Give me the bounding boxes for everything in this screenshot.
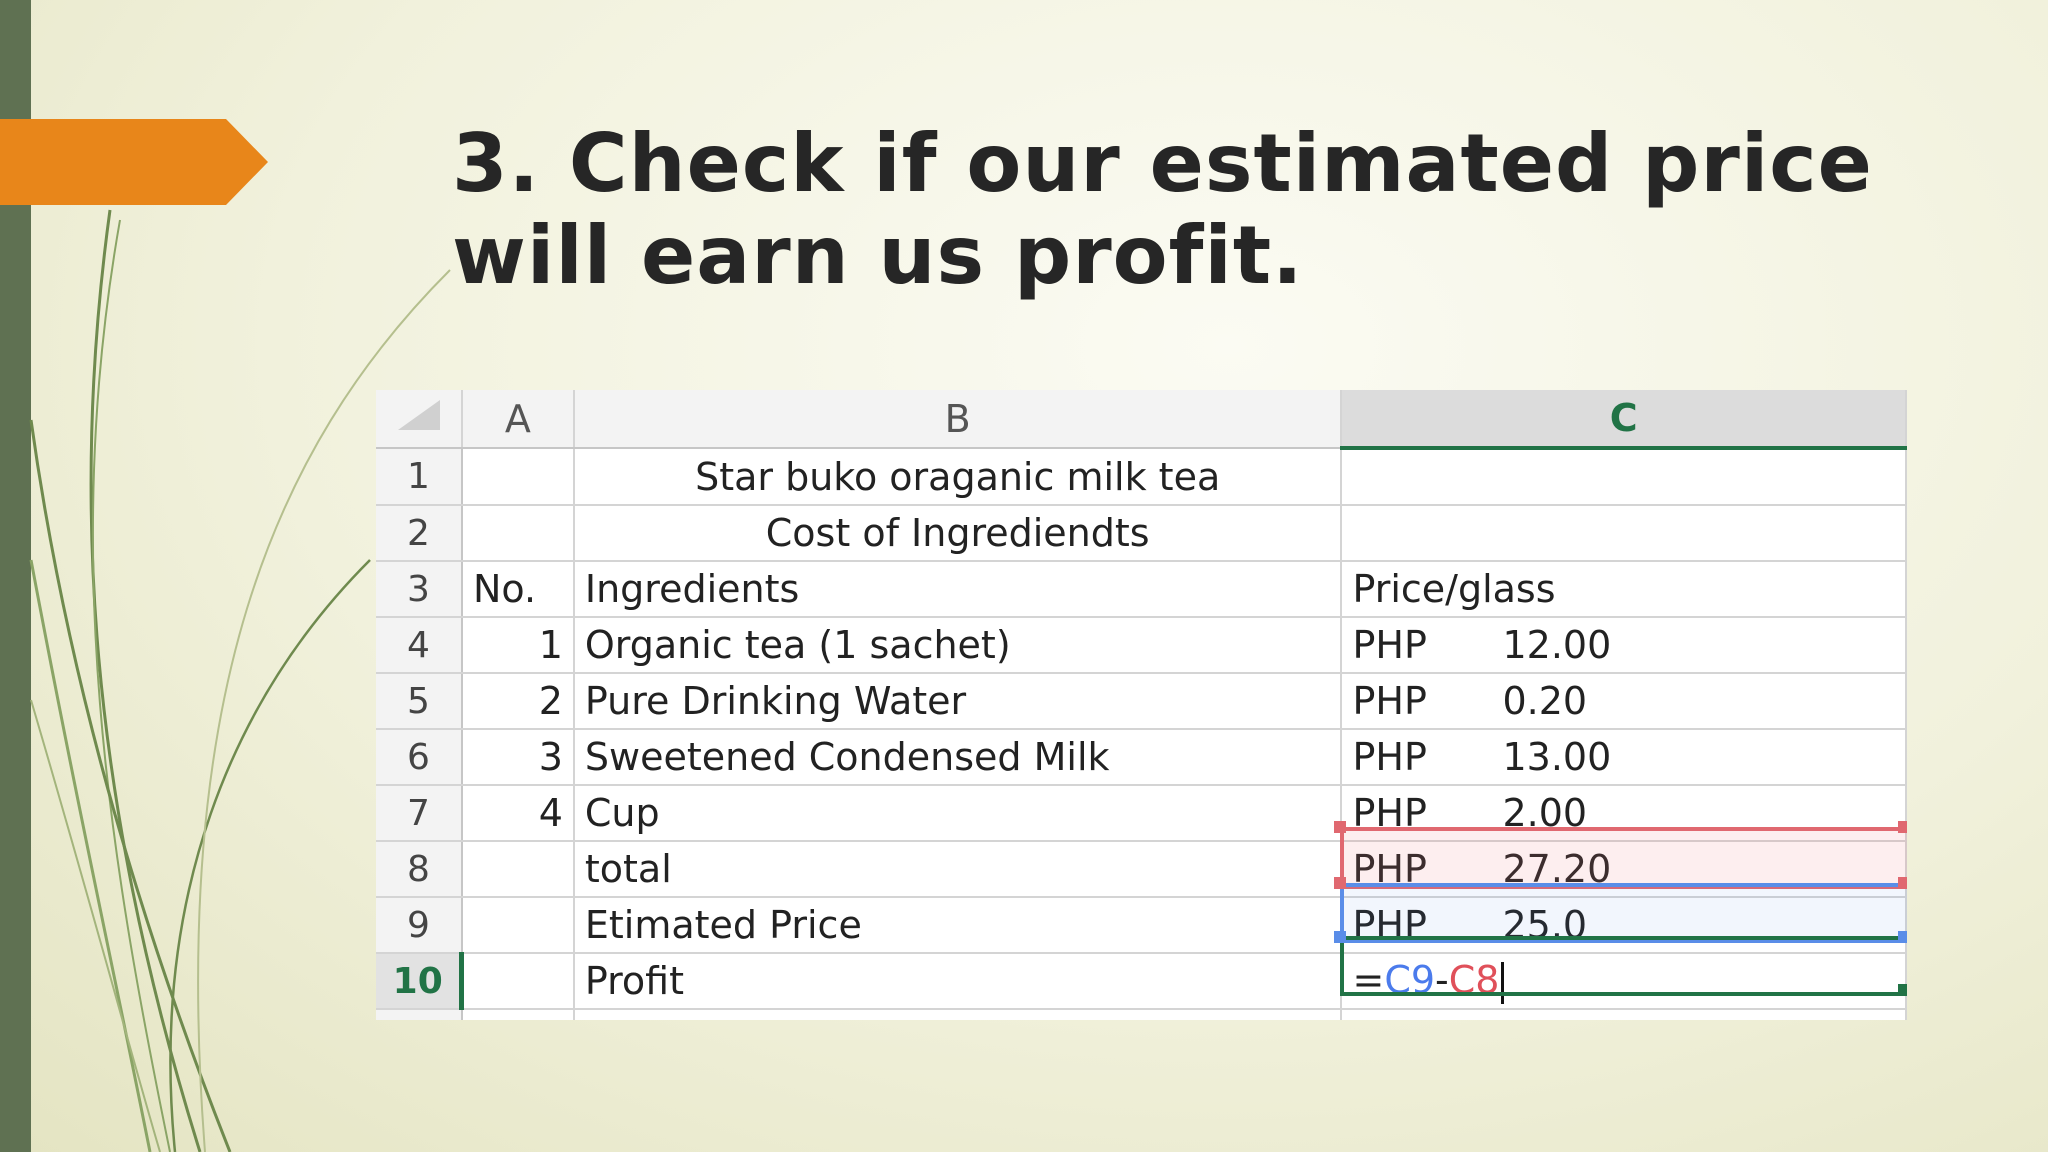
cell-a11[interactable] xyxy=(461,1009,575,1020)
row-header[interactable]: 2 xyxy=(376,505,463,562)
cell-c1[interactable] xyxy=(1341,448,1907,506)
cell-b8[interactable]: total xyxy=(573,841,1343,898)
active-cell-border xyxy=(1340,936,1907,996)
currency-label: Price/glass xyxy=(1352,567,1556,611)
table-row: 1 Star buko oraganic milk tea xyxy=(376,448,1907,506)
cell-a4[interactable]: 1 xyxy=(461,617,575,674)
row-header[interactable]: 11 xyxy=(376,1009,463,1020)
row-header[interactable]: 3 xyxy=(376,561,463,618)
cell-b2[interactable]: Cost of Ingrediendts xyxy=(573,505,1343,562)
selection-handle[interactable] xyxy=(1898,821,1907,833)
table-row: 6 3 Sweetened Condensed Milk PHP 13.00 xyxy=(376,729,1907,786)
cell-a6[interactable]: 3 xyxy=(461,729,575,786)
cell-a3[interactable]: No. xyxy=(461,561,575,618)
cell-c3[interactable]: Price/glass xyxy=(1341,561,1907,618)
cell-b9[interactable]: Etimated Price xyxy=(573,897,1343,954)
cell-b1[interactable]: Star buko oraganic milk tea xyxy=(573,448,1343,506)
cell-b10[interactable]: Profit xyxy=(573,953,1343,1010)
cell-c6[interactable]: PHP 13.00 xyxy=(1341,729,1907,786)
cell-c5[interactable]: PHP 0.20 xyxy=(1341,673,1907,730)
cell-a2[interactable] xyxy=(461,505,575,562)
row-header[interactable]: 10 xyxy=(376,953,465,1010)
table-row: 2 Cost of Ingrediendts xyxy=(376,505,1907,562)
row-header[interactable]: 1 xyxy=(376,448,463,506)
select-all-corner[interactable] xyxy=(376,390,463,449)
row-header[interactable]: 4 xyxy=(376,617,463,674)
row-header[interactable]: 6 xyxy=(376,729,463,786)
cell-c11[interactable] xyxy=(1341,1009,1907,1020)
cell-a9[interactable] xyxy=(461,897,575,954)
selection-handle[interactable] xyxy=(1334,821,1346,833)
slide-title: 3. Check if our estimated price will ear… xyxy=(452,117,1873,302)
orange-arrow-tab xyxy=(0,119,268,205)
currency-label: PHP xyxy=(1352,735,1427,779)
currency-label: PHP xyxy=(1352,623,1427,667)
row-header[interactable]: 5 xyxy=(376,673,463,730)
cell-a1[interactable] xyxy=(461,448,575,506)
selection-handle[interactable] xyxy=(1898,931,1907,943)
table-row: 11 xyxy=(376,1009,1907,1020)
cell-c4[interactable]: PHP 12.00 xyxy=(1341,617,1907,674)
formula-reference-c8 xyxy=(1340,827,1907,889)
table-row: 4 1 Organic tea (1 sachet) PHP 12.00 xyxy=(376,617,1907,674)
column-header-c[interactable]: C xyxy=(1341,390,1907,450)
selection-handle[interactable] xyxy=(1334,931,1346,943)
cell-a5[interactable]: 2 xyxy=(461,673,575,730)
cell-a10[interactable] xyxy=(461,953,575,1010)
row-header[interactable]: 9 xyxy=(376,897,463,954)
price-value: 13.00 xyxy=(1502,735,1612,779)
cell-b7[interactable]: Cup xyxy=(573,785,1343,842)
price-value: 12.00 xyxy=(1502,623,1612,667)
column-header-a[interactable]: A xyxy=(461,390,575,449)
fill-handle[interactable] xyxy=(1898,984,1907,996)
cell-a7[interactable]: 4 xyxy=(461,785,575,842)
row-header[interactable]: 8 xyxy=(376,841,463,898)
cell-a8[interactable] xyxy=(461,841,575,898)
price-value: 0.20 xyxy=(1502,679,1588,723)
cell-c2[interactable] xyxy=(1341,505,1907,562)
column-header-b[interactable]: B xyxy=(573,390,1343,449)
spreadsheet-screenshot: A B C 1 Star buko oraganic milk tea 2 Cost … xyxy=(376,390,1907,1020)
cell-b5[interactable]: Pure Drinking Water xyxy=(573,673,1343,730)
cell-b3[interactable]: Ingredients xyxy=(573,561,1343,618)
cell-b11[interactable] xyxy=(573,1009,1343,1020)
cell-b6[interactable]: Sweetened Condensed Milk xyxy=(573,729,1343,786)
selection-handle[interactable] xyxy=(1898,877,1907,889)
table-row: 5 2 Pure Drinking Water PHP 0.20 xyxy=(376,673,1907,730)
table-row: 3 No. Ingredients Price/glass xyxy=(376,561,1907,618)
row-header[interactable]: 7 xyxy=(376,785,463,842)
currency-label: PHP xyxy=(1352,679,1427,723)
cell-b4[interactable]: Organic tea (1 sachet) xyxy=(573,617,1343,674)
selection-handle[interactable] xyxy=(1334,877,1346,889)
formula-reference-c9 xyxy=(1340,883,1907,943)
